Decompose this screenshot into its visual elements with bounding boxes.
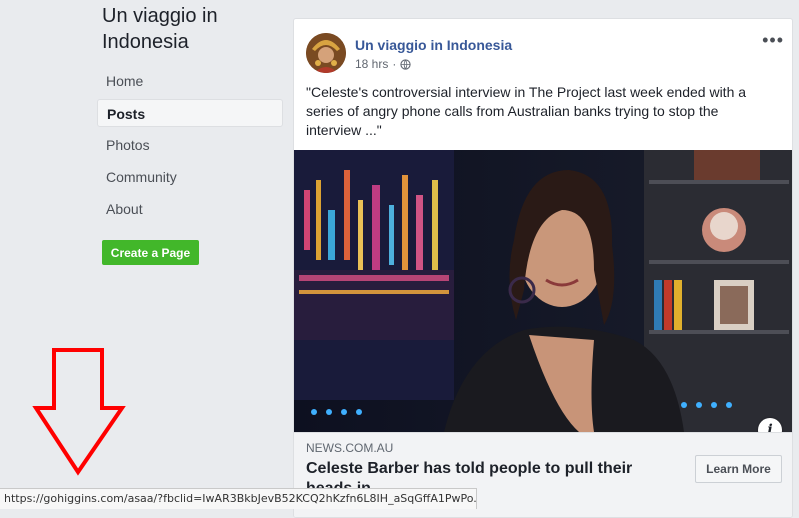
link-domain: NEWS.COM.AU	[306, 441, 394, 455]
post-card: Un viaggio in Indonesia 18 hrs · ••• "Ce…	[293, 18, 793, 518]
post-timestamp[interactable]: 18 hrs	[355, 57, 388, 71]
nav-item-about[interactable]: About	[97, 195, 283, 223]
page-nav: Home Posts Photos Community About	[97, 67, 283, 227]
page-avatar[interactable]	[306, 33, 346, 73]
nav-item-posts[interactable]: Posts	[97, 99, 283, 127]
nav-item-community[interactable]: Community	[97, 163, 283, 191]
page-title[interactable]: Un viaggio in Indonesia	[102, 3, 282, 55]
post-meta: 18 hrs ·	[355, 57, 411, 71]
post-link-image[interactable]: i	[294, 150, 792, 432]
post-author-link[interactable]: Un viaggio in Indonesia	[355, 37, 512, 53]
post-text: "Celeste's controversial interview in Th…	[306, 84, 747, 138]
browser-status-url: https://gohiggins.com/asaa/?fbclid=IwAR3…	[0, 488, 477, 509]
more-options-icon[interactable]: •••	[762, 31, 784, 49]
nav-item-home[interactable]: Home	[97, 67, 283, 95]
globe-icon	[400, 58, 411, 70]
nav-item-photos[interactable]: Photos	[97, 131, 283, 159]
red-down-arrow-annotation	[32, 348, 126, 476]
learn-more-button[interactable]: Learn More	[695, 455, 782, 483]
create-page-button[interactable]: Create a Page	[102, 240, 199, 265]
